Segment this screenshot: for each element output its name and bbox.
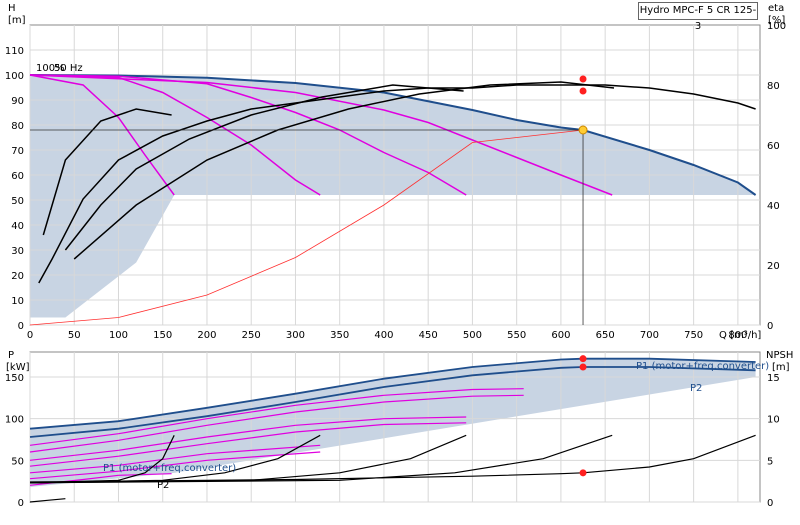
y-unit-h: [m] bbox=[8, 15, 26, 26]
x-tick-label: 200 bbox=[197, 330, 216, 341]
y-unit-npsh: [m] bbox=[772, 362, 790, 373]
annotation-50hz: 50 Hz bbox=[54, 63, 83, 74]
y-tick-label-p: 100 bbox=[5, 415, 24, 426]
y-tick-label-h: 30 bbox=[11, 246, 24, 257]
y-tick-label-eta: 20 bbox=[767, 261, 780, 272]
y-tick-label-p: 0 bbox=[18, 498, 24, 509]
power-point-marker bbox=[579, 355, 587, 363]
pump-curve-figure: Hydro MPC-F 5 CR 125-3 0 50 100 150 200 250 30… bbox=[0, 0, 800, 520]
legend-p1-magenta: P1 (motor+freq.converter) bbox=[103, 463, 236, 474]
efficiency-point-marker bbox=[579, 87, 587, 95]
y-tick-label-h: 40 bbox=[11, 221, 24, 232]
y-tick-label-h: 100 bbox=[5, 71, 24, 82]
y-label-eta: eta bbox=[768, 3, 784, 14]
x-tick-label: 600 bbox=[551, 330, 570, 341]
power-npsh-panel: 0 50 100 150 0 5 10 15 P [kW] NPSH [m] P1 (moto… bbox=[5, 350, 793, 509]
y-tick-label-npsh: 0 bbox=[767, 498, 773, 509]
y-tick-label-h: 10 bbox=[11, 296, 24, 307]
y-tick-label-h: 70 bbox=[11, 146, 24, 157]
x-tick-label: 300 bbox=[286, 330, 305, 341]
y-label-npsh: NPSH bbox=[766, 350, 793, 361]
y-tick-label-h: 80 bbox=[11, 121, 24, 132]
x-tick-label: 250 bbox=[242, 330, 261, 341]
x-tick-label: 500 bbox=[463, 330, 482, 341]
y-tick-label-p: 50 bbox=[11, 456, 24, 467]
x-tick-label: 700 bbox=[640, 330, 659, 341]
y-tick-label-eta: 0 bbox=[767, 321, 773, 332]
y-unit-p: [kW] bbox=[6, 362, 30, 373]
y-label-h: H bbox=[8, 3, 16, 14]
chart-title: Hydro MPC-F 5 CR 125-3 bbox=[638, 2, 758, 32]
power-point-marker bbox=[579, 363, 587, 371]
y-tick-label-npsh: 15 bbox=[767, 373, 780, 384]
y-tick-label-h: 20 bbox=[11, 271, 24, 282]
x-tick-label: 350 bbox=[330, 330, 349, 341]
power-point-marker bbox=[579, 469, 587, 477]
legend-p1-blue: P1 (motor+freq.converter) bbox=[636, 361, 769, 372]
x-tick-label: 550 bbox=[507, 330, 526, 341]
y-tick-label-h: 0 bbox=[18, 321, 24, 332]
y-tick-label-p: 150 bbox=[5, 373, 24, 384]
y-tick-label-eta: 40 bbox=[767, 201, 780, 212]
y-unit-eta: [%] bbox=[768, 15, 785, 26]
operating-point-marker bbox=[578, 125, 588, 135]
chart-svg: 0 50 100 150 200 250 300 350 400 450 500 550 600 650 7… bbox=[5, 3, 793, 509]
y-tick-label-npsh: 10 bbox=[767, 415, 780, 426]
y-tick-label-npsh: 5 bbox=[767, 456, 773, 467]
x-tick-label: 750 bbox=[684, 330, 703, 341]
x-axis-label: Q [m³/h] bbox=[719, 330, 761, 341]
y-tick-label-eta: 80 bbox=[767, 81, 780, 92]
y-tick-label-h: 110 bbox=[5, 46, 24, 57]
legend-p2-blue: P2 bbox=[690, 383, 702, 394]
x-tick-label: 0 bbox=[27, 330, 33, 341]
legend-p2-black: P2 bbox=[157, 480, 169, 491]
y-tick-label-h: 90 bbox=[11, 96, 24, 107]
x-tick-label: 50 bbox=[68, 330, 81, 341]
head-efficiency-panel: 0 50 100 150 200 250 300 350 400 450 500 550 600 650 7… bbox=[5, 3, 786, 341]
y-tick-label-h: 50 bbox=[11, 196, 24, 207]
x-tick-label: 650 bbox=[596, 330, 615, 341]
efficiency-point-marker bbox=[579, 75, 587, 83]
y-tick-label-eta: 60 bbox=[767, 141, 780, 152]
x-tick-label: 450 bbox=[419, 330, 438, 341]
x-tick-label: 150 bbox=[153, 330, 172, 341]
x-tick-label: 100 bbox=[109, 330, 128, 341]
x-tick-label: 400 bbox=[374, 330, 393, 341]
y-label-p: P bbox=[8, 350, 14, 361]
y-tick-label-h: 60 bbox=[11, 171, 24, 182]
